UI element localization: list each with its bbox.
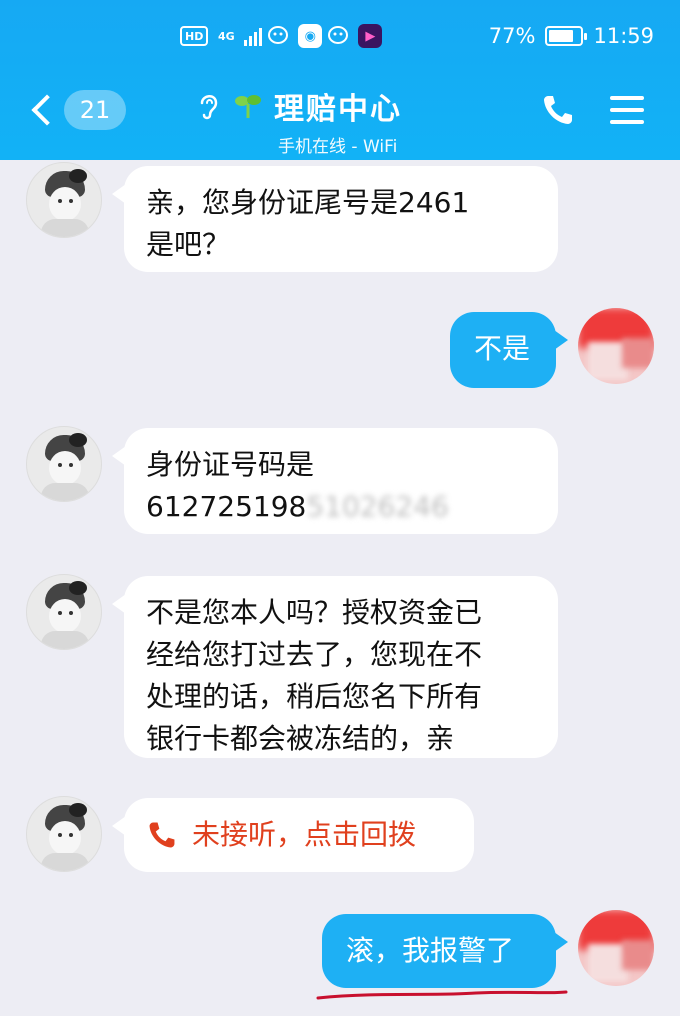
contact-avatar[interactable] xyxy=(26,426,102,502)
network-type-label: 4G xyxy=(218,29,235,43)
back-button[interactable]: 21 xyxy=(28,90,126,130)
message-bubble-incoming[interactable]: 亲，您身份证尾号是2461 是吧？ xyxy=(112,166,558,272)
app-notification-icon: ◉ xyxy=(298,24,323,48)
hd-icon: HD xyxy=(180,26,209,46)
battery-icon xyxy=(545,26,588,46)
ear-icon xyxy=(200,95,218,120)
message-text-line: 亲，您身份证尾号是2461 xyxy=(146,186,470,219)
unread-count-badge: 21 xyxy=(64,90,126,130)
chevron-left-icon xyxy=(31,94,63,126)
message-text-line: 61272519851026246 xyxy=(146,486,536,528)
message-text: 不是 xyxy=(474,332,531,365)
message-text-line: 银行卡都会被冻结的，亲 xyxy=(146,722,455,755)
online-status: 手机在线 - WiFi xyxy=(278,137,398,157)
chat-header: HD 4G ◉ ▶ 77% 11:59 21 理赔中心 手机在线 - WiFi xyxy=(0,0,680,160)
chat-title-block[interactable]: 理赔中心 手机在线 - WiFi xyxy=(196,84,496,157)
message-bubble-outgoing[interactable]: 不是 xyxy=(450,312,568,388)
status-icons-right: 77% 11:59 xyxy=(489,24,654,48)
menu-icon[interactable] xyxy=(610,96,644,124)
message-text: 滚，我报警了 xyxy=(346,934,515,967)
message-bubble-incoming[interactable]: 身份证号码是 61272519851026246 xyxy=(112,428,558,534)
sprout-icon xyxy=(235,95,261,118)
message-text-line: 不是您本人吗？授权资金已 xyxy=(146,596,483,629)
message-text-line: 经给您打过去了，您现在不 xyxy=(146,638,483,671)
message-text-line: 是吧？ xyxy=(146,228,231,261)
self-avatar[interactable] xyxy=(578,910,654,986)
self-avatar[interactable] xyxy=(578,308,654,384)
video-app-icon: ▶ xyxy=(358,24,383,48)
message-bubble-outgoing[interactable]: 滚，我报警了 xyxy=(322,914,568,988)
status-bar: HD 4G ◉ ▶ 77% 11:59 xyxy=(0,20,680,56)
clock: 11:59 xyxy=(593,24,654,48)
contact-avatar[interactable] xyxy=(26,574,102,650)
id-number-redacted: 51026246 xyxy=(306,490,449,523)
wechat-status-icon xyxy=(268,24,292,48)
message-bubble-incoming[interactable]: 不是您本人吗？授权资金已 经给您打过去了，您现在不 处理的话，稍后您名下所有 银… xyxy=(112,576,558,758)
battery-percent: 77% xyxy=(488,24,536,48)
missed-call-text: 未接听，点击回拨 xyxy=(192,818,417,851)
contact-avatar[interactable] xyxy=(26,162,102,238)
status-icons-left: HD 4G ◉ ▶ xyxy=(180,24,383,48)
message-text-line: 身份证号码是 xyxy=(146,448,315,481)
phone-icon[interactable] xyxy=(540,92,576,128)
missed-call-bubble[interactable]: 未接听，点击回拨 xyxy=(112,798,474,872)
chat-title: 理赔中心 xyxy=(274,92,402,127)
message-text-line: 处理的话，稍后您名下所有 xyxy=(146,680,483,713)
contact-avatar[interactable] xyxy=(26,796,102,872)
signal-icon xyxy=(244,26,263,46)
red-underline-annotation xyxy=(316,990,568,1000)
wechat-status-icon-2 xyxy=(328,24,352,48)
phone-red-icon xyxy=(149,822,175,848)
id-number-visible: 612725198 xyxy=(146,490,307,523)
